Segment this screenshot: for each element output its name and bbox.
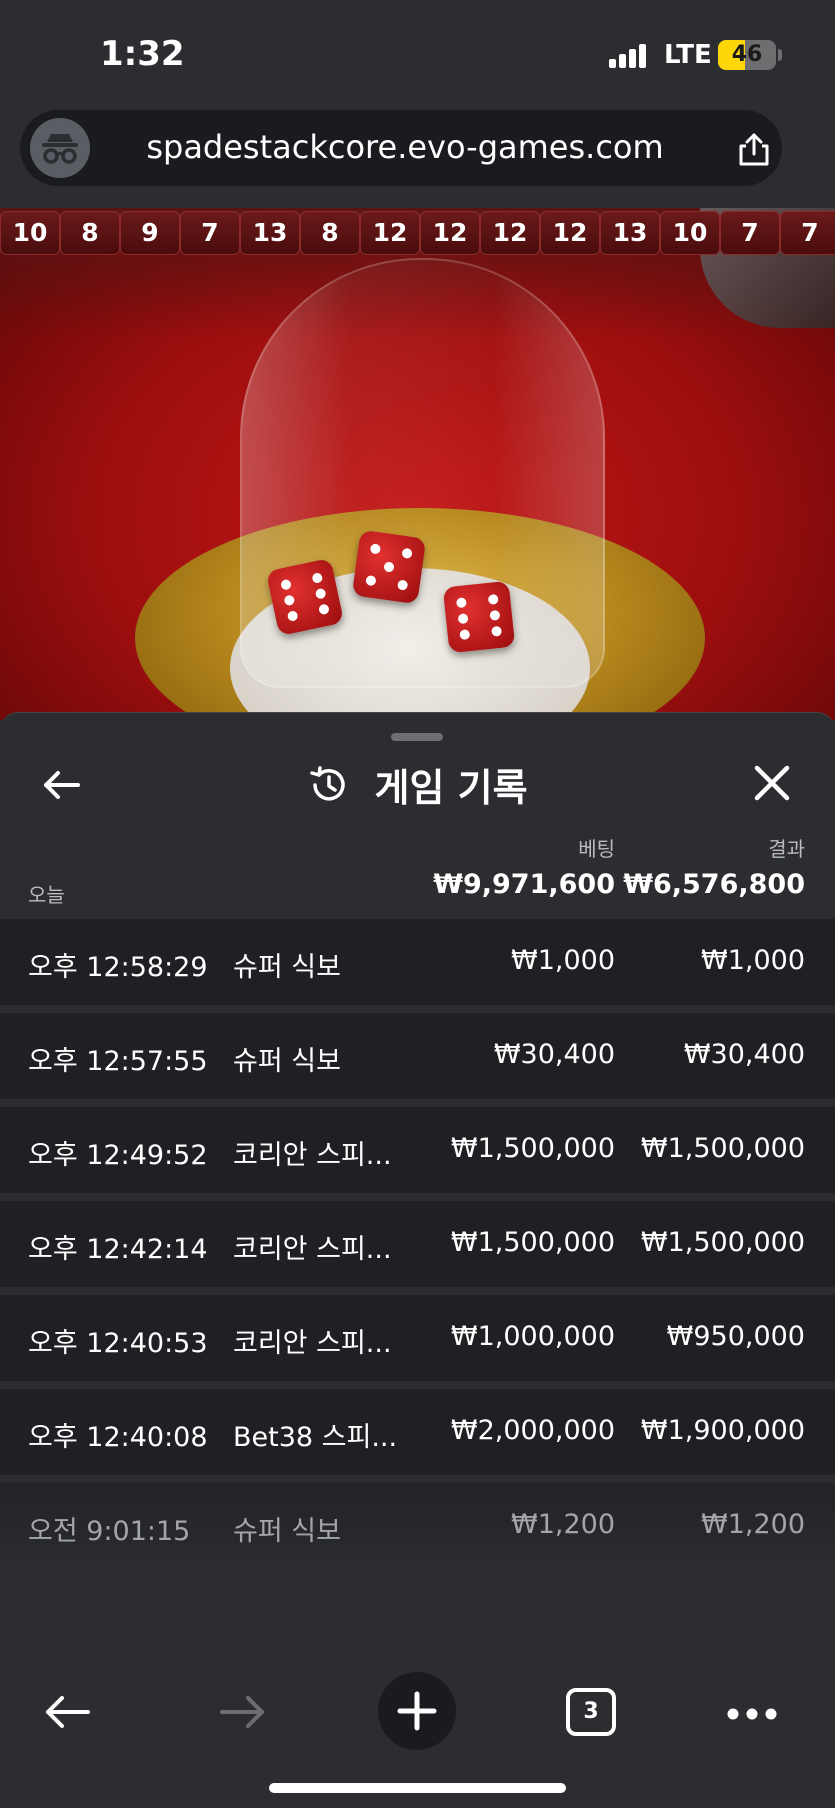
battery-cap	[778, 49, 782, 61]
history-result-cell: 9	[120, 211, 180, 255]
row-game: 코리안 스피...	[233, 1140, 392, 1171]
sheet-header: 게임 기록	[0, 757, 835, 812]
die-center	[351, 529, 427, 605]
close-icon[interactable]	[752, 763, 792, 803]
row-bet: ₩1,500,000	[450, 1133, 615, 1164]
forward-arrow-icon[interactable]	[216, 1688, 268, 1736]
row-bet: ₩2,000,000	[450, 1415, 615, 1446]
game-video[interactable]: 10 8 9 7 13 8 12 12 12 12 13 10 7 7	[0, 208, 835, 720]
row-game: 슈퍼 식보	[233, 1516, 341, 1547]
battery-level: 46	[731, 42, 763, 67]
die-left	[265, 557, 345, 637]
row-game: 슈퍼 식보	[233, 952, 341, 983]
tabs-button[interactable]: 3	[566, 1688, 616, 1736]
game-history-sheet: 게임 기록 베팅 결과 오늘 ₩9,971,600 ₩6,576,800 오후 …	[0, 712, 835, 1644]
history-row[interactable]: 오후 12:42:14 코리안 스피... ₩1,500,000 ₩1,500,…	[0, 1201, 835, 1287]
row-time: 오후 12:57:55	[28, 1046, 208, 1077]
history-result-cell: 7	[180, 211, 240, 255]
history-result-cell: 12	[480, 211, 540, 255]
home-indicator[interactable]	[269, 1783, 566, 1793]
battery-icon: 46	[718, 40, 776, 70]
history-result-cell: 12	[420, 211, 480, 255]
row-result: ₩1,500,000	[640, 1133, 805, 1164]
history-icon	[307, 764, 349, 806]
results-history-strip: 10 8 9 7 13 8 12 12 12 12 13 10 7 7	[0, 208, 835, 258]
incognito-icon[interactable]	[30, 118, 90, 178]
history-row[interactable]: 오후 12:49:52 코리안 스피... ₩1,500,000 ₩1,500,…	[0, 1107, 835, 1193]
history-result-cell: 8	[60, 211, 120, 255]
history-result-cell: 12	[540, 211, 600, 255]
die-right	[442, 580, 516, 654]
history-result-cell: 10	[0, 211, 60, 255]
history-row[interactable]: 오후 12:40:08 Bet38 스피... ₩2,000,000 ₩1,90…	[0, 1389, 835, 1475]
history-result-cell: 13	[600, 211, 660, 255]
row-time: 오후 12:40:08	[28, 1422, 208, 1453]
history-list: 오후 12:58:29 슈퍼 식보 ₩1,000 ₩1,000 오후 12:57…	[0, 919, 835, 1577]
history-result-cell: 7	[720, 211, 780, 255]
row-game: 코리안 스피...	[233, 1234, 392, 1265]
column-header-bet: 베팅	[578, 837, 615, 861]
row-bet: ₩1,000	[511, 945, 615, 976]
row-result: ₩1,500,000	[640, 1227, 805, 1258]
share-icon[interactable]	[732, 126, 776, 170]
row-time: 오후 12:40:53	[28, 1328, 208, 1359]
status-time: 1:32	[100, 34, 185, 74]
sheet-title: 게임 기록	[374, 766, 528, 810]
status-bar: 1:32 LTE 46	[0, 0, 835, 108]
sheet-grabber[interactable]	[391, 733, 443, 741]
row-result: ₩1,900,000	[640, 1415, 805, 1446]
row-bet: ₩1,200	[511, 1509, 615, 1540]
row-time: 오후 12:49:52	[28, 1140, 208, 1171]
row-game: 슈퍼 식보	[233, 1046, 341, 1077]
row-result: ₩1,000	[701, 945, 805, 976]
row-bet: ₩30,400	[493, 1039, 615, 1070]
history-result-cell: 7	[780, 211, 835, 255]
history-row[interactable]: 오후 12:58:29 슈퍼 식보 ₩1,000 ₩1,000	[0, 919, 835, 1005]
history-result-cell: 13	[240, 211, 300, 255]
total-bet: ₩9,971,600	[433, 869, 615, 900]
column-header-result: 결과	[768, 837, 805, 861]
row-game: 코리안 스피...	[233, 1328, 392, 1359]
row-result: ₩30,400	[683, 1039, 805, 1070]
history-row[interactable]: 오후 12:40:53 코리안 스피... ₩1,000,000 ₩950,00…	[0, 1295, 835, 1381]
network-type: LTE	[664, 40, 712, 70]
back-arrow-icon[interactable]	[42, 1688, 94, 1736]
signal-icon	[609, 44, 649, 68]
history-row[interactable]: 오후 12:57:55 슈퍼 식보 ₩30,400 ₩30,400	[0, 1013, 835, 1099]
row-result: ₩1,200	[701, 1509, 805, 1540]
today-label: 오늘	[28, 883, 65, 907]
row-game: Bet38 스피...	[233, 1422, 398, 1453]
url-text[interactable]: spadestackcore.evo-games.com	[110, 128, 700, 166]
row-time: 오후 12:42:14	[28, 1234, 208, 1265]
history-result-cell: 12	[360, 211, 420, 255]
row-result: ₩950,000	[666, 1321, 805, 1352]
browser-toolbar: 3	[0, 1642, 835, 1808]
row-bet: ₩1,000,000	[450, 1321, 615, 1352]
row-time: 오후 12:58:29	[28, 952, 208, 983]
row-bet: ₩1,500,000	[450, 1227, 615, 1258]
address-bar[interactable]: spadestackcore.evo-games.com	[20, 110, 782, 186]
new-tab-button[interactable]	[378, 1672, 456, 1750]
more-icon[interactable]	[726, 1706, 778, 1720]
history-row[interactable]: 오전 9:01:15 슈퍼 식보 ₩1,200 ₩1,200	[0, 1483, 835, 1569]
row-time: 오전 9:01:15	[28, 1516, 191, 1547]
history-result-cell: 10	[660, 211, 720, 255]
plus-icon	[397, 1691, 437, 1731]
total-result: ₩6,576,800	[623, 869, 805, 900]
history-result-cell: 8	[300, 211, 360, 255]
